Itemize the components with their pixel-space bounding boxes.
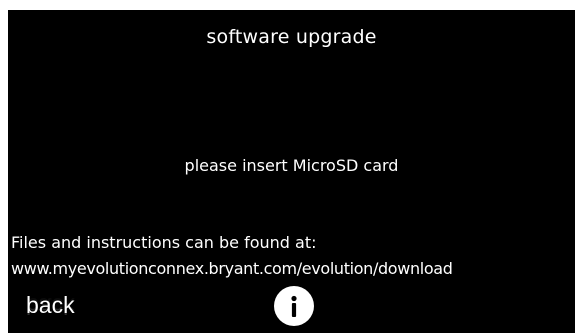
instructions-text: Files and instructions can be found at: [11, 233, 317, 252]
back-button[interactable]: back back [26, 293, 106, 333]
info-button[interactable] [274, 286, 314, 326]
download-url: www.myevolutionconnex.bryant.com/evoluti… [11, 259, 453, 278]
page-title: software upgrade [206, 26, 377, 48]
back-button-reflection: back [26, 293, 75, 319]
software-upgrade-screen: software upgrade please insert MicroSD c… [8, 10, 575, 333]
insert-card-message: please insert MicroSD card [184, 156, 399, 175]
info-icon [291, 295, 297, 317]
